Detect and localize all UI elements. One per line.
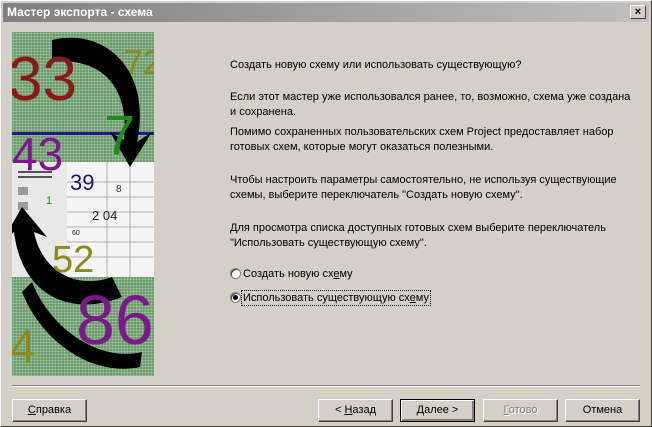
export-wizard-window: Мастер экспорта - схема × 33 72 7 43 39 … xyxy=(0,0,652,427)
window-title: Мастер экспорта - схема xyxy=(7,5,153,19)
finish-button: Готово xyxy=(483,399,558,422)
radio-new-scheme-indicator[interactable] xyxy=(230,268,241,279)
svg-text:7: 7 xyxy=(104,103,135,166)
radio-selected-dot xyxy=(233,295,238,300)
next-button[interactable]: Далее > xyxy=(400,399,475,422)
svg-text:52: 52 xyxy=(52,239,94,281)
svg-text:60: 60 xyxy=(72,230,80,237)
svg-text:39: 39 xyxy=(70,170,94,195)
radio-existing-scheme-indicator[interactable] xyxy=(230,292,241,303)
radio-existing-scheme-label[interactable]: Использовать существующую схему xyxy=(241,290,431,306)
illustration-graphic: 33 72 7 43 39 8 1 2 04 60 52 86 4 xyxy=(12,37,154,372)
footer-separator xyxy=(12,385,640,387)
cancel-button[interactable]: Отмена xyxy=(565,399,640,422)
question-text: Создать новую схему или использовать сущ… xyxy=(230,59,522,71)
svg-text:72: 72 xyxy=(124,44,154,82)
svg-text:2 04: 2 04 xyxy=(92,208,117,223)
info-paragraph-3: Чтобы настроить параметры самостоятельно… xyxy=(230,174,617,201)
help-button[interactable]: Справка xyxy=(12,399,87,422)
info-paragraph-2: Помимо сохраненных пользовательских схем… xyxy=(230,126,614,153)
svg-text:4: 4 xyxy=(12,320,36,372)
info-paragraph-4: Для просмотра списка доступных готовых с… xyxy=(230,222,606,249)
art-number: 33 xyxy=(12,45,77,114)
svg-text:8: 8 xyxy=(116,184,122,195)
back-button[interactable]: < Назад xyxy=(318,399,393,422)
svg-text:1: 1 xyxy=(46,195,52,207)
radio-new-scheme-label[interactable]: Создать новую схему xyxy=(243,267,353,281)
svg-text:86: 86 xyxy=(76,281,154,359)
title-bar[interactable]: Мастер экспорта - схема × xyxy=(3,3,649,22)
svg-text:43: 43 xyxy=(12,128,63,180)
close-button[interactable]: × xyxy=(630,5,646,19)
wizard-illustration: 33 72 7 43 39 8 1 2 04 60 52 86 4 xyxy=(12,32,154,376)
info-paragraph-1: Если этот мастер уже использовался ранее… xyxy=(230,91,631,118)
